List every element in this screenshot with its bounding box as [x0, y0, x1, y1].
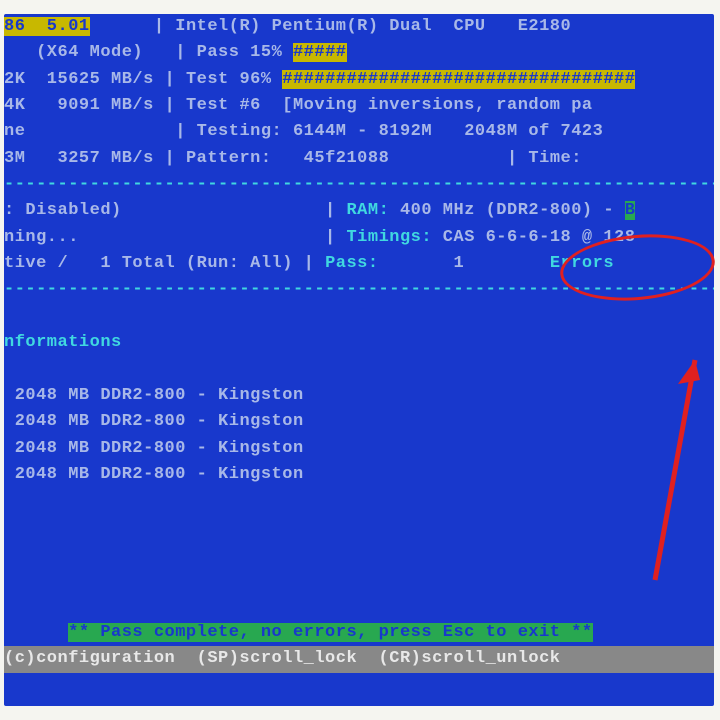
- mem-speed: 3M 3257 MB/s: [4, 149, 154, 168]
- blank-5: [4, 541, 714, 567]
- errors-label: Errors: [550, 254, 614, 273]
- version-badge: 86 5.01: [4, 17, 90, 36]
- dimm-slot-text: 2048 MB DDR2-800 - Kingston: [15, 465, 304, 484]
- pass-summary-label: Pass:: [325, 254, 379, 273]
- pattern-label: Pattern:: [186, 149, 272, 168]
- dimm-slot: 2048 MB DDR2-800 - Kingston: [4, 436, 714, 462]
- dimm-slot: 2048 MB DDR2-800 - Kingston: [4, 409, 714, 435]
- blank-1: [4, 304, 714, 330]
- dimm-slot: 2048 MB DDR2-800 - Kingston: [4, 383, 714, 409]
- l2-cache: 2K 15625 MB/s: [4, 70, 154, 89]
- blank-7: [4, 594, 714, 620]
- blank-2: [4, 356, 714, 382]
- blank-4: [4, 515, 714, 541]
- mode-text: (X64 Mode): [36, 43, 143, 62]
- pass-bar: #####: [293, 43, 347, 62]
- ne-text: ne: [4, 122, 25, 141]
- line-version-cpu: 86 5.01 | Intel(R) Pentium(R) Dual CPU E…: [4, 14, 714, 40]
- line-mode-pass: (X64 Mode) | Pass 15% #####: [4, 40, 714, 66]
- ning-text: ning...: [4, 228, 79, 247]
- pass-complete-msg: ** Pass complete, no errors, press Esc t…: [68, 623, 592, 642]
- pattern-value: 45f21088: [304, 149, 390, 168]
- line-l3-testname: 4K 9091 MB/s | Test #6 [Moving inversion…: [4, 93, 714, 119]
- line-active-pass: tive / 1 Total (Run: All) | Pass: 1 Erro…: [4, 251, 714, 277]
- test-label: Test: [186, 70, 229, 89]
- divider-2: ----------------------------------------…: [4, 277, 714, 303]
- hints-bar[interactable]: (c)configuration (SP)scroll_lock (CR)scr…: [4, 646, 714, 672]
- timings-label: Timings:: [346, 228, 432, 247]
- ram-tail: B: [625, 201, 636, 220]
- ram-value: 400 MHz (DDR2-800): [400, 201, 593, 220]
- l3-cache: 4K 9091 MB/s: [4, 96, 154, 115]
- divider-1: ----------------------------------------…: [4, 172, 714, 198]
- blank-3: [4, 488, 714, 514]
- smp-status: : Disabled): [4, 201, 122, 220]
- dimm-slot-text: 2048 MB DDR2-800 - Kingston: [15, 439, 304, 458]
- time-label: Time:: [528, 149, 582, 168]
- pass-pct: 15%: [250, 43, 282, 62]
- testing-label: Testing:: [197, 122, 283, 141]
- dimm-slot-text: 2048 MB DDR2-800 - Kingston: [15, 386, 304, 405]
- timings-value: CAS 6-6-6-18 @ 128: [443, 228, 636, 247]
- memtest-screen: 86 5.01 | Intel(R) Pentium(R) Dual CPU E…: [4, 14, 714, 706]
- line-mem-pattern: 3M 3257 MB/s | Pattern: 45f21088 | Time:: [4, 146, 714, 172]
- cpu-name: Intel(R) Pentium(R) Dual CPU E2180: [175, 17, 571, 36]
- testing-range: 6144M - 8192M 2048M of 7423: [293, 122, 603, 141]
- test-name: Test #6 [Moving inversions, random pa: [186, 96, 593, 115]
- line-ne-testing: ne | Testing: 6144M - 8192M 2048M of 742…: [4, 119, 714, 145]
- active-text: tive / 1 Total (Run: All): [4, 254, 293, 273]
- line-ning-timings: ning... | Timings: CAS 6-6-6-18 @ 128: [4, 225, 714, 251]
- blank-6: [4, 567, 714, 593]
- ram-label: RAM:: [346, 201, 389, 220]
- line-smp-ram: : Disabled) | RAM: 400 MHz (DDR2-800) - …: [4, 198, 714, 224]
- dimm-slot: 2048 MB DDR2-800 - Kingston: [4, 462, 714, 488]
- line-l2-test: 2K 15625 MB/s | Test 96% ###############…: [4, 67, 714, 93]
- test-bar: #################################: [282, 70, 635, 89]
- pass-summary-val: 1: [454, 254, 465, 273]
- test-pct: 96%: [239, 70, 271, 89]
- pass-complete-line: ** Pass complete, no errors, press Esc t…: [4, 620, 714, 646]
- dimm-slot-text: 2048 MB DDR2-800 - Kingston: [15, 412, 304, 431]
- dimm-header: nformations: [4, 330, 714, 356]
- pass-label: Pass: [197, 43, 240, 62]
